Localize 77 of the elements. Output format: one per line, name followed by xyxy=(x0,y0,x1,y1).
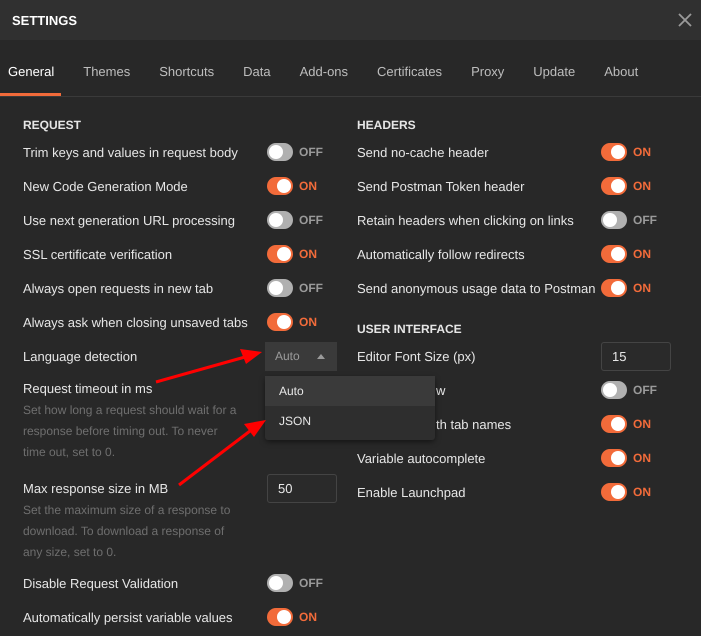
toggle-state: ON xyxy=(299,610,317,624)
tab[interactable]: Shortcuts xyxy=(151,57,222,96)
toggle-switch[interactable] xyxy=(267,313,293,331)
toggle-switch[interactable] xyxy=(267,245,293,263)
toggle-switch[interactable] xyxy=(267,211,293,229)
setting-label: Always ask when closing unsaved tabs xyxy=(23,314,249,330)
toggle-switch[interactable] xyxy=(601,143,627,161)
toggle-switch[interactable] xyxy=(267,143,293,161)
setting-label: SSL certificate verification xyxy=(23,246,174,262)
setting-label: w xyxy=(436,382,446,398)
setting-label: th tab names xyxy=(436,416,512,432)
toggle-state: ON xyxy=(299,247,317,261)
setting-label: Language detection xyxy=(23,348,138,364)
toggle-state: ON xyxy=(633,417,651,431)
setting-label: Automatically persist variable values xyxy=(23,610,234,624)
dropdown-option[interactable]: Auto xyxy=(265,376,435,406)
setting-label: Request timeout in ms xyxy=(23,380,154,396)
toggle-state: OFF xyxy=(299,145,323,159)
toggle-switch[interactable] xyxy=(601,279,627,297)
setting-label: Enable Launchpad xyxy=(357,484,466,500)
setting-description: Set the maximum size of a response to download. To download a response of any size, set to 0. xyxy=(23,502,232,561)
toggle-switch[interactable] xyxy=(601,211,627,229)
setting-label: Trim keys and values in request body xyxy=(23,144,239,160)
toggle-state: ON xyxy=(299,315,317,329)
toggle-switch[interactable] xyxy=(267,608,293,626)
toggle-state: OFF xyxy=(299,576,323,590)
dropdown-option[interactable]: JSON xyxy=(265,406,435,436)
number-field[interactable]: 15 xyxy=(601,342,671,370)
setting-label: Send no-cache header xyxy=(357,144,489,160)
setting-label: New Code Generation Mode xyxy=(23,178,189,194)
toggle-state: ON xyxy=(633,281,651,295)
setting-description: Set how long a request should wait for a response before timing out. To never time out, set to 0. xyxy=(23,402,237,461)
toggle-switch[interactable] xyxy=(601,177,627,195)
setting-label: Max response size in MB xyxy=(23,480,170,496)
section-heading: USER INTERFACE xyxy=(357,321,463,338)
tab[interactable]: Update xyxy=(525,57,582,96)
toggle-switch[interactable] xyxy=(267,279,293,297)
toggle-switch[interactable] xyxy=(267,177,293,195)
toggle-switch[interactable] xyxy=(601,381,627,399)
tab[interactable]: Data xyxy=(235,57,278,96)
setting-label: Send anonymous usage data to Postman xyxy=(357,280,596,296)
toggle-state: OFF xyxy=(299,213,323,227)
setting-label: Send Postman Token header xyxy=(357,178,524,194)
toggle-state: OFF xyxy=(633,213,657,227)
toggle-switch[interactable] xyxy=(601,483,627,501)
toggle-state: ON xyxy=(633,145,651,159)
tab[interactable]: Themes xyxy=(75,57,138,96)
toggle-switch[interactable] xyxy=(601,415,627,433)
toggle-state: OFF xyxy=(299,281,323,295)
close-icon[interactable] xyxy=(678,13,692,27)
toggle-state: ON xyxy=(633,179,651,193)
tab[interactable]: Add-ons xyxy=(292,57,356,96)
tab[interactable]: About xyxy=(596,57,646,96)
section-heading: REQUEST xyxy=(23,117,82,134)
language-dropdown[interactable]: Auto xyxy=(265,342,337,370)
toggle-switch[interactable] xyxy=(601,449,627,467)
setting-label: Automatically follow redirects xyxy=(357,246,525,262)
toggle-state: ON xyxy=(633,451,651,465)
tab[interactable]: General xyxy=(0,57,62,96)
toggle-state: OFF xyxy=(633,383,657,397)
setting-label: Use next generation URL processing xyxy=(23,212,236,228)
setting-label: Editor Font Size (px) xyxy=(357,348,476,364)
toggle-switch[interactable] xyxy=(267,574,293,592)
window-title: SETTINGS xyxy=(12,12,78,28)
setting-label: Always open requests in new tab xyxy=(23,280,214,296)
setting-label: Variable autocomplete xyxy=(357,450,486,466)
setting-label: Retain headers when clicking on links xyxy=(357,212,574,228)
toggle-state: ON xyxy=(633,247,651,261)
caret-icon xyxy=(317,354,325,358)
number-field[interactable]: 50 xyxy=(267,474,337,502)
tab[interactable]: Certificates xyxy=(369,57,450,96)
toggle-state: ON xyxy=(633,485,651,499)
setting-label: Disable Request Validation xyxy=(23,576,180,590)
toggle-switch[interactable] xyxy=(601,245,627,263)
section-heading: HEADERS xyxy=(357,117,417,134)
toggle-state: ON xyxy=(299,179,317,193)
tab[interactable]: Proxy xyxy=(463,57,512,96)
